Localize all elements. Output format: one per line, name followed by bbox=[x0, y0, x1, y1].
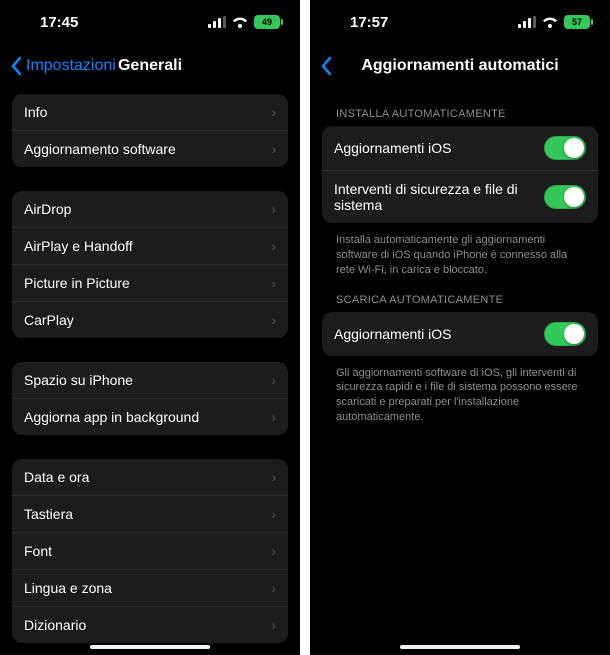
chevron-right-icon: › bbox=[271, 617, 276, 633]
row-software-update[interactable]: Aggiornamento software › bbox=[12, 130, 288, 167]
battery-level: 49 bbox=[262, 17, 272, 27]
row-label: Interventi di sicurezza e file di sistem… bbox=[334, 181, 544, 213]
row-pip[interactable]: Picture in Picture › bbox=[12, 264, 288, 301]
chevron-right-icon: › bbox=[271, 506, 276, 522]
row-label: AirPlay e Handoff bbox=[24, 238, 271, 254]
chevron-right-icon: › bbox=[271, 312, 276, 328]
chevron-right-icon: › bbox=[271, 201, 276, 217]
row-label: Data e ora bbox=[24, 469, 271, 485]
row-label: Aggiornamenti iOS bbox=[334, 140, 544, 156]
row-airplay[interactable]: AirPlay e Handoff › bbox=[12, 227, 288, 264]
status-time: 17:57 bbox=[350, 14, 388, 31]
row-language[interactable]: Lingua e zona › bbox=[12, 569, 288, 606]
chevron-right-icon: › bbox=[271, 238, 276, 254]
list-group: Spazio su iPhone › Aggiorna app in backg… bbox=[12, 362, 288, 435]
list-group: Aggiornamenti iOS Interventi di sicurezz… bbox=[322, 126, 598, 223]
battery-icon: 57 bbox=[564, 15, 590, 29]
chevron-right-icon: › bbox=[271, 372, 276, 388]
phone-right: 17:57 57 Aggiornamenti automatici INSTAL… bbox=[310, 0, 610, 655]
row-install-ios: Aggiornamenti iOS bbox=[322, 126, 598, 170]
row-storage[interactable]: Spazio su iPhone › bbox=[12, 362, 288, 398]
list-group: Info › Aggiornamento software › bbox=[12, 94, 288, 167]
chevron-right-icon: › bbox=[271, 543, 276, 559]
chevron-right-icon: › bbox=[271, 275, 276, 291]
nav-bar: Impostazioni Generali bbox=[0, 44, 300, 88]
section-footer: Gli aggiornamenti software di iOS, gli i… bbox=[322, 360, 598, 427]
chevron-right-icon: › bbox=[271, 580, 276, 596]
section-footer: Installa automaticamente gli aggiornamen… bbox=[322, 227, 598, 280]
row-label: Aggiornamento software bbox=[24, 141, 271, 157]
signal-icon bbox=[208, 16, 226, 28]
row-label: Font bbox=[24, 543, 271, 559]
chevron-left-icon bbox=[10, 56, 22, 76]
chevron-left-icon bbox=[320, 56, 332, 76]
row-label: Tastiera bbox=[24, 506, 271, 522]
row-label: Aggiorna app in background bbox=[24, 409, 271, 425]
toggle-knob bbox=[564, 324, 584, 344]
back-button[interactable] bbox=[320, 56, 336, 76]
toggle-download-ios[interactable] bbox=[544, 322, 586, 346]
row-label: Dizionario bbox=[24, 617, 271, 633]
chevron-right-icon: › bbox=[271, 409, 276, 425]
list-group: AirDrop › AirPlay e Handoff › Picture in… bbox=[12, 191, 288, 338]
row-keyboard[interactable]: Tastiera › bbox=[12, 495, 288, 532]
chevron-right-icon: › bbox=[271, 141, 276, 157]
row-label: Info bbox=[24, 104, 271, 120]
home-indicator bbox=[90, 645, 210, 649]
battery-level: 57 bbox=[572, 17, 582, 27]
toggle-knob bbox=[564, 187, 584, 207]
home-indicator bbox=[400, 645, 520, 649]
row-install-security: Interventi di sicurezza e file di sistem… bbox=[322, 170, 598, 223]
row-datetime[interactable]: Data e ora › bbox=[12, 459, 288, 495]
list-group: Aggiornamenti iOS bbox=[322, 312, 598, 356]
status-time: 17:45 bbox=[40, 14, 78, 31]
row-airdrop[interactable]: AirDrop › bbox=[12, 191, 288, 227]
section-header: INSTALLA AUTOMATICAMENTE bbox=[322, 94, 598, 126]
row-label: Lingua e zona bbox=[24, 580, 271, 596]
row-label: CarPlay bbox=[24, 312, 271, 328]
chevron-right-icon: › bbox=[271, 104, 276, 120]
back-label: Impostazioni bbox=[26, 57, 116, 75]
back-button[interactable]: Impostazioni bbox=[10, 56, 116, 76]
row-carplay[interactable]: CarPlay › bbox=[12, 301, 288, 338]
content: INSTALLA AUTOMATICAMENTE Aggiornamenti i… bbox=[310, 88, 610, 655]
toggle-install-ios[interactable] bbox=[544, 136, 586, 160]
list-group: Data e ora › Tastiera › Font › Lingua e … bbox=[12, 459, 288, 643]
phone-left: 17:45 49 Impostazioni Generali Info › Ag… bbox=[0, 0, 300, 655]
status-bar: 17:45 49 bbox=[0, 0, 300, 44]
row-label: AirDrop bbox=[24, 201, 271, 217]
row-label: Picture in Picture bbox=[24, 275, 271, 291]
content: Info › Aggiornamento software › AirDrop … bbox=[0, 88, 300, 655]
row-info[interactable]: Info › bbox=[12, 94, 288, 130]
row-dictionary[interactable]: Dizionario › bbox=[12, 606, 288, 643]
toggle-knob bbox=[564, 138, 584, 158]
chevron-right-icon: › bbox=[271, 469, 276, 485]
wifi-icon bbox=[542, 16, 558, 28]
wifi-icon bbox=[232, 16, 248, 28]
section-header: SCARICA AUTOMATICAMENTE bbox=[322, 280, 598, 312]
row-label: Spazio su iPhone bbox=[24, 372, 271, 388]
nav-bar: Aggiornamenti automatici bbox=[310, 44, 610, 88]
battery-icon: 49 bbox=[254, 15, 280, 29]
signal-icon bbox=[518, 16, 536, 28]
row-download-ios: Aggiornamenti iOS bbox=[322, 312, 598, 356]
status-bar: 17:57 57 bbox=[310, 0, 610, 44]
toggle-install-security[interactable] bbox=[544, 185, 586, 209]
row-font[interactable]: Font › bbox=[12, 532, 288, 569]
row-bgrefresh[interactable]: Aggiorna app in background › bbox=[12, 398, 288, 435]
nav-title: Aggiornamenti automatici bbox=[310, 57, 610, 75]
row-label: Aggiornamenti iOS bbox=[334, 326, 544, 342]
